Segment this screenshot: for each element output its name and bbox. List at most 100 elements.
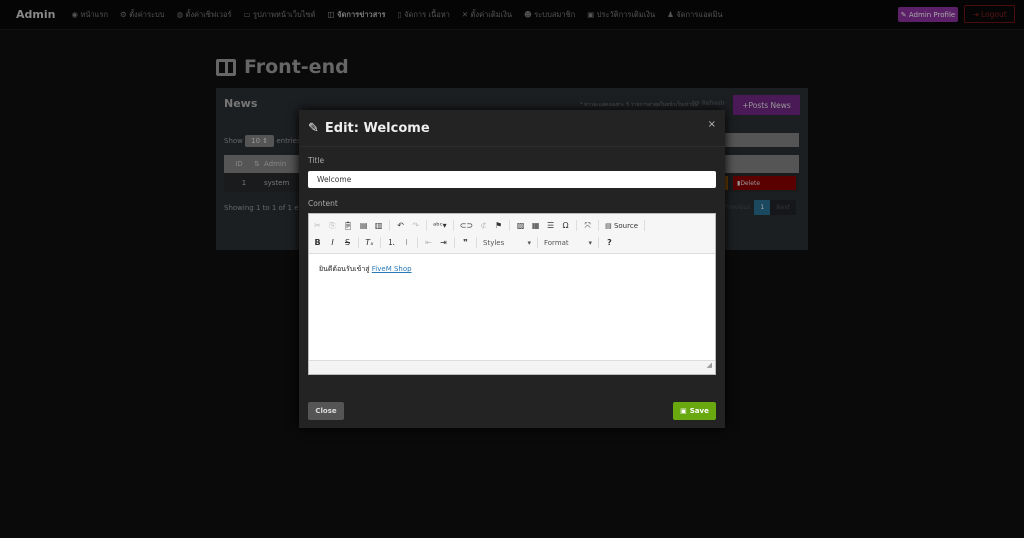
nav-content[interactable]: ▯ จัดการ เนื้อหา [398,9,450,21]
close-icon[interactable]: × [708,119,716,130]
nav-label: รูปภาพหน้าเว็บไซต์ [253,9,316,19]
separator [576,220,578,231]
title-input[interactable]: Welcome [308,171,716,188]
paste-icon[interactable]: 📋︎ [343,221,353,230]
nav-members[interactable]: ☻ ระบบสมาชิก [524,9,575,21]
page-title-text: Front-end [244,56,349,78]
delete-label: Delete [740,179,761,187]
panel-title: News [224,97,258,110]
edit-icon: ✎ [900,10,909,19]
styles-label: Styles [483,238,505,247]
editor-content[interactable]: ยินดีต้อนรับเข้าสู่ FiveM Shop [309,254,715,285]
entries-select[interactable]: 10 ⇕ [245,135,275,147]
undo-icon[interactable]: ↶ [396,221,405,230]
page-1-button[interactable]: 1 [754,199,771,215]
modal-title: Edit: Welcome [324,120,430,136]
rich-text-editor: ✂ ⎘ 📋︎ ▤ ▥ ↶ ↷ ᵃᵇᶜ▾ ⊂⊃ ⊄ ⚑ ▨ ▦ ☰ Ω ⤧ ▤ Source BIS … [308,213,716,375]
caret-down-icon: ▾ [527,238,531,247]
separator [380,237,381,248]
italic-icon[interactable]: I [328,238,337,247]
editor-toolbar: ✂ ⎘ 📋︎ ▤ ▥ ↶ ↷ ᵃᵇᶜ▾ ⊂⊃ ⊄ ⚑ ▨ ▦ ☰ Ω ⤧ ▤ Source BIS … [309,214,715,254]
previous-button[interactable]: Previous [721,204,754,211]
bulleted-list-icon[interactable]: ⁝ [402,238,411,247]
column-id[interactable]: ID [224,160,254,168]
content-link[interactable]: FiveM Shop [372,265,412,273]
redo-icon[interactable]: ↷ [411,221,420,230]
column-admin[interactable]: Admin [264,160,286,168]
title-label: Title [308,156,325,165]
remove-format-icon[interactable]: Tₓ [365,238,374,247]
spellcheck-icon[interactable]: ᵃᵇᶜ▾ [433,221,447,230]
indent-icon[interactable]: ⇥ [439,238,448,247]
nav-label: จัดการแอดมิน [676,9,723,19]
brand[interactable]: Admin [16,8,55,21]
nav-home[interactable]: ◉ หน้าแรก [71,9,108,21]
outdent-icon[interactable]: ⇤ [424,238,433,247]
paste-text-icon[interactable]: ▤ [359,221,368,230]
close-button[interactable]: Close [308,402,344,420]
link-icon[interactable]: ⊂⊃ [460,221,473,230]
page-title: Front-end [216,56,349,78]
posts-news-button[interactable]: + Posts News [733,95,800,115]
strikethrough-icon[interactable]: S [343,238,352,247]
table-icon[interactable]: ▦ [531,221,540,230]
anchor-flag-icon[interactable]: ⚑ [494,221,503,230]
nav-topup-settings[interactable]: ✕ ตั้งค่าเติมเงิน [462,9,512,21]
save-label: Save [689,407,709,415]
numbered-list-icon[interactable]: ⒈ [387,237,396,248]
horizontal-line-icon[interactable]: ☰ [546,221,555,230]
admin-profile-label: Admin Profile [908,10,956,19]
nav-website-images[interactable]: ▭ รูปภาพหน้าเว็บไซต์ [244,9,316,21]
special-char-icon[interactable]: Ω [561,221,570,230]
refresh-button[interactable]: ⟳ Refresh [695,100,725,107]
nav-label: จัดการ เนื้อหา [404,9,450,19]
save-icon: ▣ [680,407,687,415]
unlink-icon[interactable]: ⊄ [479,221,488,230]
nav-label: จัดการข่าวสาร [337,9,386,19]
nav-topup-history[interactable]: ▣ ประวัติการเติมเงิน [587,9,655,21]
paste-word-icon[interactable]: ▥ [374,221,383,230]
format-label: Format [544,238,569,247]
logout-label: Logout [980,9,1007,19]
cut-icon[interactable]: ✂ [313,221,322,230]
nav-label: ตั้งค่าเซิฟเวอร์ [185,9,232,19]
next-button[interactable]: Next [770,199,797,215]
resize-handle[interactable]: ◢ [309,360,715,374]
admin-profile-button[interactable]: ✎ Admin Profile [898,7,958,22]
top-navbar: Admin ◉ หน้าแรก ⚙ ตั้งค่าระบบ ◍ ตั้งค่าเ… [0,0,1024,30]
image-icon[interactable]: ▨ [516,221,525,230]
nav-admins[interactable]: ♟ จัดการแอดมิน [667,9,722,21]
posts-news-label: Posts News [748,100,791,110]
separator [389,220,391,231]
sign-out-icon: ⇥ [972,9,981,19]
bold-icon[interactable]: B [313,238,322,247]
nav-server-settings[interactable]: ◍ ตั้งค่าเซิฟเวอร์ [177,9,232,21]
blockquote-icon[interactable]: ❞ [461,238,470,247]
nav-label: ประวัติการเติมเงิน [596,9,656,19]
separator [476,237,477,248]
nav-news[interactable]: ◫ จัดการข่าวสาร [327,9,385,21]
save-button[interactable]: ▣ Save [673,402,716,420]
source-button[interactable]: ▤ Source [605,222,638,230]
nav-system-settings[interactable]: ⚙ ตั้งค่าระบบ [120,9,164,21]
help-icon[interactable]: ? [605,238,614,247]
maximize-icon[interactable]: ⤧ [583,221,592,231]
logout-button[interactable]: ⇥ Logout [964,5,1015,23]
separator [644,220,645,231]
separator [598,220,600,231]
format-dropdown[interactable]: Format ▾ [544,239,592,247]
delete-button[interactable]: ▮ Delete [733,176,796,190]
content-label: Content [308,199,338,208]
show-label: Show [224,137,243,145]
search-input[interactable] [724,133,799,147]
copy-icon[interactable]: ⎘ [328,221,337,231]
separator [417,237,418,248]
separator [452,220,454,231]
nav-label: ระบบสมาชิก [534,9,576,19]
edit-modal: ✎ Edit: Welcome × Title Welcome Content ✂… [299,110,725,428]
cell-admin: system [264,178,290,187]
separator [537,237,538,248]
refresh-label: Refresh [701,100,725,107]
styles-dropdown[interactable]: Styles ▾ [483,239,531,247]
edit-icon: ✎ [308,120,319,136]
